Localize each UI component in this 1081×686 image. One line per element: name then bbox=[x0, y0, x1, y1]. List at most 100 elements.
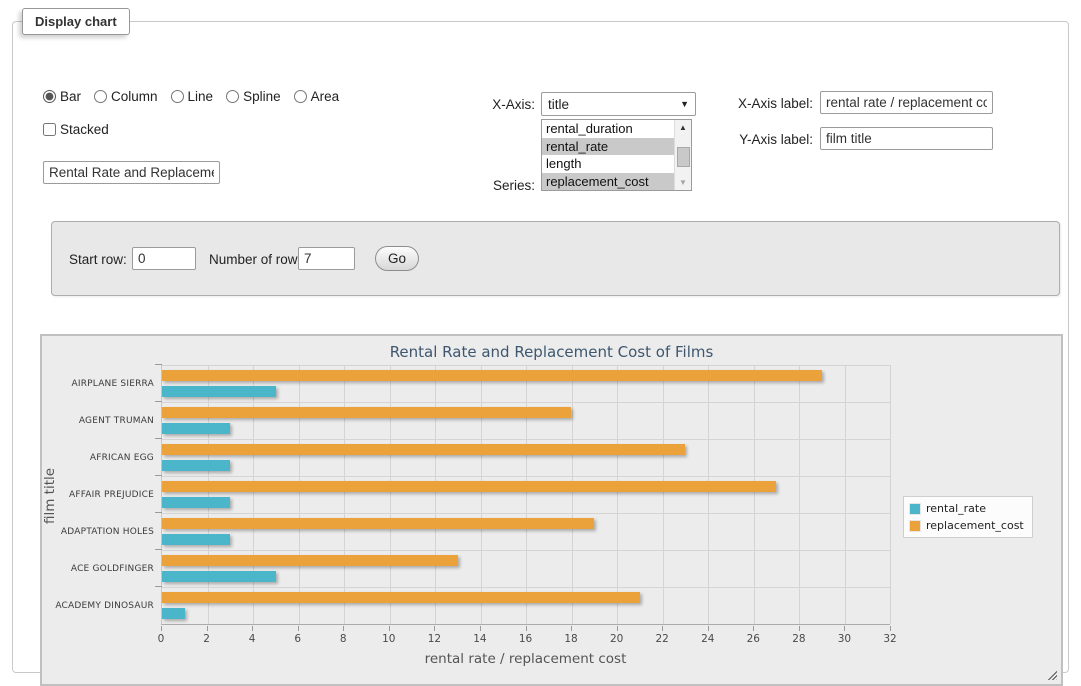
chart-type-option-label: Area bbox=[311, 89, 340, 104]
x-tick-mark bbox=[799, 626, 800, 631]
series-listbox-options: rental_durationrental_ratelengthreplacem… bbox=[542, 120, 674, 190]
x-tick-label: 26 bbox=[747, 633, 760, 645]
x-axis-select-label: X-Axis: bbox=[451, 97, 535, 112]
x-tick-mark bbox=[617, 626, 618, 631]
x-tick-mark bbox=[161, 626, 162, 631]
series-option-rental_rate[interactable]: rental_rate bbox=[542, 138, 674, 156]
x-tick-labels: 02468101214161820222426283032 bbox=[161, 633, 890, 646]
start-row-input[interactable] bbox=[132, 247, 196, 270]
x-axis-label-label: X-Axis label: bbox=[717, 96, 813, 111]
x-tick-mark bbox=[708, 626, 709, 631]
bar-rental_rate[interactable] bbox=[162, 460, 230, 471]
x-tick-label: 12 bbox=[428, 633, 441, 645]
category-label: ACADEMY DINOSAUR bbox=[42, 588, 154, 625]
x-axis-select[interactable]: title ▼ bbox=[541, 92, 696, 116]
chart-legend: rental_rate replacement_cost bbox=[903, 496, 1033, 538]
display-chart-fieldset: Display chart Bar Column Line Spline Area St… bbox=[12, 8, 1069, 673]
legend-label: rental_rate bbox=[926, 502, 986, 515]
chart-type-radio-line[interactable] bbox=[171, 90, 184, 103]
x-tick-label: 6 bbox=[294, 633, 301, 645]
chart-type-radio-area[interactable] bbox=[294, 90, 307, 103]
category-row bbox=[162, 439, 890, 476]
bar-replacement_cost[interactable] bbox=[162, 592, 640, 603]
bar-rental_rate[interactable] bbox=[162, 534, 230, 545]
x-tick-label: 2 bbox=[203, 633, 210, 645]
start-row-label: Start row: bbox=[69, 252, 127, 267]
x-axis-selected-value: title bbox=[548, 97, 680, 112]
series-scrollbar[interactable]: ▲ ▼ bbox=[674, 120, 691, 190]
scrollbar-thumb[interactable] bbox=[677, 147, 690, 167]
row-controls-panel bbox=[51, 221, 1060, 296]
series-label: Series: bbox=[451, 178, 535, 193]
chart-type-option-area[interactable]: Area bbox=[294, 89, 340, 104]
series-option-length[interactable]: length bbox=[542, 155, 674, 173]
resize-grip-icon[interactable] bbox=[1046, 669, 1057, 680]
x-tick-mark bbox=[844, 626, 845, 631]
x-axis-label-input[interactable] bbox=[820, 91, 993, 114]
chart-container: Rental Rate and Replacement Cost of Film… bbox=[40, 334, 1063, 686]
bar-rental_rate[interactable] bbox=[162, 608, 185, 619]
stacked-checkbox[interactable] bbox=[43, 123, 56, 136]
chart-type-radio-bar[interactable] bbox=[43, 90, 56, 103]
series-option-rental_duration[interactable]: rental_duration bbox=[542, 120, 674, 138]
x-axis-title: rental rate / replacement cost bbox=[161, 651, 890, 667]
legend-item-rental_rate[interactable]: rental_rate bbox=[909, 502, 1024, 515]
bar-rental_rate[interactable] bbox=[162, 497, 230, 508]
x-tick-label: 20 bbox=[610, 633, 623, 645]
x-tick-mark bbox=[343, 626, 344, 631]
chart-type-option-label: Column bbox=[111, 89, 158, 104]
display-chart-legend: Display chart bbox=[22, 8, 130, 35]
num-rows-label: Number of rows: bbox=[209, 252, 308, 267]
category-row bbox=[162, 550, 890, 587]
category-rows bbox=[162, 365, 890, 624]
scroll-down-icon[interactable]: ▼ bbox=[675, 175, 691, 190]
y-axis-label-input[interactable] bbox=[820, 127, 993, 150]
chart-type-radio-column[interactable] bbox=[94, 90, 107, 103]
bar-replacement_cost[interactable] bbox=[162, 518, 594, 529]
x-tick-label: 10 bbox=[382, 633, 395, 645]
x-tick-label: 18 bbox=[564, 633, 577, 645]
num-rows-input[interactable] bbox=[298, 247, 355, 270]
bar-replacement_cost[interactable] bbox=[162, 481, 776, 492]
x-tick-label: 28 bbox=[792, 633, 805, 645]
category-row bbox=[162, 513, 890, 550]
x-tick-mark bbox=[480, 626, 481, 631]
bar-replacement_cost[interactable] bbox=[162, 555, 458, 566]
bar-replacement_cost[interactable] bbox=[162, 370, 822, 381]
bar-replacement_cost[interactable] bbox=[162, 444, 685, 455]
category-label: ADAPTATION HOLES bbox=[42, 514, 154, 551]
x-tick-label: 22 bbox=[656, 633, 669, 645]
bar-rental_rate[interactable] bbox=[162, 423, 230, 434]
bar-replacement_cost[interactable] bbox=[162, 407, 571, 418]
legend-swatch bbox=[909, 520, 921, 532]
stacked-label: Stacked bbox=[60, 122, 109, 137]
x-tick-mark bbox=[526, 626, 527, 631]
legend-label: replacement_cost bbox=[926, 519, 1024, 532]
go-button[interactable]: Go bbox=[375, 246, 419, 271]
stacked-option[interactable]: Stacked bbox=[43, 122, 109, 137]
chart-type-option-label: Bar bbox=[60, 89, 81, 104]
chart-type-option-column[interactable]: Column bbox=[94, 89, 158, 104]
series-option-replacement_cost[interactable]: replacement_cost bbox=[542, 173, 674, 191]
x-tick-label: 24 bbox=[701, 633, 714, 645]
dropdown-arrow-icon: ▼ bbox=[680, 99, 689, 109]
chart-type-option-line[interactable]: Line bbox=[171, 89, 214, 104]
chart-type-option-spline[interactable]: Spline bbox=[226, 89, 281, 104]
chart-type-option-bar[interactable]: Bar bbox=[43, 89, 81, 104]
legend-item-replacement_cost[interactable]: replacement_cost bbox=[909, 519, 1024, 532]
chart-title-input[interactable] bbox=[43, 161, 220, 184]
category-label: AFRICAN EGG bbox=[42, 439, 154, 476]
chart-type-radio-spline[interactable] bbox=[226, 90, 239, 103]
series-listbox[interactable]: rental_durationrental_ratelengthreplacem… bbox=[541, 119, 692, 191]
scroll-up-icon[interactable]: ▲ bbox=[675, 120, 691, 135]
y-axis-label-label: Y-Axis label: bbox=[717, 132, 813, 147]
bar-rental_rate[interactable] bbox=[162, 386, 276, 397]
legend-swatch bbox=[909, 503, 921, 515]
x-tick-mark bbox=[662, 626, 663, 631]
x-tick-label: 30 bbox=[838, 633, 851, 645]
bar-rental_rate[interactable] bbox=[162, 571, 276, 582]
x-tick-label: 8 bbox=[340, 633, 347, 645]
category-label: AIRPLANE SIERRA bbox=[42, 365, 154, 402]
x-tick-mark bbox=[434, 626, 435, 631]
category-row bbox=[162, 402, 890, 439]
